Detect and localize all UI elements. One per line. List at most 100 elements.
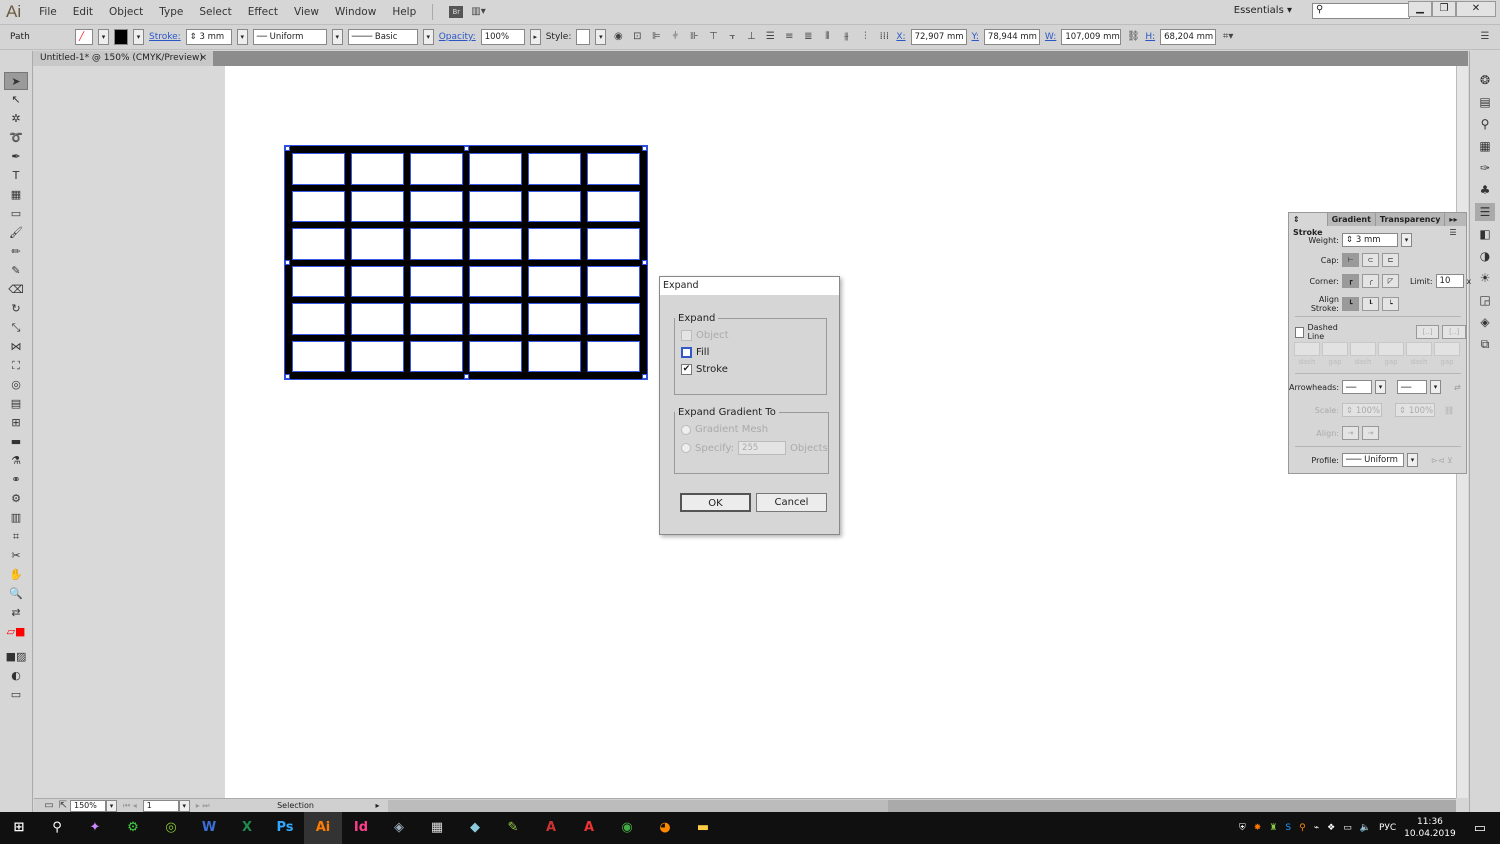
- search-tray-icon[interactable]: ⚲: [1299, 823, 1306, 833]
- gradient-tool-icon[interactable]: ▬: [4, 433, 28, 451]
- grid-cell[interactable]: [587, 265, 640, 297]
- align-right-icon[interactable]: ⊪: [687, 30, 701, 44]
- swatches-icon[interactable]: ▦: [1475, 137, 1495, 155]
- menu-object[interactable]: Object: [101, 6, 151, 18]
- grid-cell[interactable]: [351, 228, 404, 260]
- x-field[interactable]: 72,907 mm: [910, 29, 967, 45]
- navigator-icon[interactable]: ⚲: [1475, 115, 1495, 133]
- grid-cell[interactable]: [351, 340, 404, 372]
- grid-cell[interactable]: [410, 190, 463, 222]
- grid-cell[interactable]: [469, 303, 522, 335]
- hand-tool-icon[interactable]: ✋: [4, 566, 28, 584]
- gradient-panel-icon[interactable]: ◧: [1475, 225, 1495, 243]
- cancel-button[interactable]: Cancel: [756, 493, 827, 512]
- column-graph-tool-icon[interactable]: ▥: [4, 509, 28, 527]
- menu-window[interactable]: Window: [327, 6, 384, 18]
- bounding-box-handle[interactable]: [464, 374, 469, 379]
- grid-cell[interactable]: [587, 228, 640, 260]
- grid-cell[interactable]: [292, 190, 345, 222]
- grid-tool-icon[interactable]: ▦: [4, 186, 28, 204]
- align-center-button[interactable]: ┗: [1342, 297, 1359, 311]
- scale-tool-icon[interactable]: ⤡: [4, 319, 28, 337]
- transparency-icon[interactable]: ◑: [1475, 247, 1495, 265]
- distribute-hcenter-icon[interactable]: ⫵: [839, 30, 853, 44]
- opacity-link[interactable]: Opacity:: [439, 32, 476, 42]
- start-arrowhead-dropdown[interactable]: ▾: [1375, 380, 1386, 394]
- fill-stroke-swatches[interactable]: ▱■: [4, 623, 28, 647]
- end-arrowhead-select[interactable]: ──: [1397, 380, 1427, 394]
- selected-grid-artwork[interactable]: [284, 145, 648, 380]
- grid-cell[interactable]: [410, 228, 463, 260]
- screen-mode-icon[interactable]: ▭: [4, 686, 28, 704]
- swap-arrowheads-icon[interactable]: ⇄: [1454, 383, 1461, 392]
- profile-dropdown[interactable]: ▾: [331, 29, 343, 45]
- menu-help[interactable]: Help: [384, 6, 424, 18]
- grid-cell[interactable]: [410, 303, 463, 335]
- type-tool-icon[interactable]: T: [4, 167, 28, 185]
- align-outside-button[interactable]: ┕: [1382, 297, 1399, 311]
- artboards-icon[interactable]: ⧉: [1475, 335, 1495, 353]
- skype-icon[interactable]: S: [1285, 823, 1291, 833]
- align-to-icon[interactable]: ⊡: [630, 30, 644, 44]
- volume-icon[interactable]: 🔈: [1360, 823, 1371, 833]
- rotate-tool-icon[interactable]: ↻: [4, 300, 28, 318]
- ok-button[interactable]: OK: [680, 493, 751, 512]
- zoom-tool-icon[interactable]: 🔍: [4, 585, 28, 603]
- tray-app-icon[interactable]: ♜: [1269, 823, 1277, 833]
- grid-cell[interactable]: [528, 190, 581, 222]
- word-icon[interactable]: W: [190, 812, 228, 844]
- tab-stroke[interactable]: ⇕ Stroke: [1289, 213, 1328, 237]
- grid-cell[interactable]: [528, 303, 581, 335]
- perspective-grid-tool-icon[interactable]: ▤: [4, 395, 28, 413]
- end-arrowhead-dropdown[interactable]: ▾: [1430, 380, 1441, 394]
- file-explorer-icon[interactable]: ▬: [684, 812, 722, 844]
- graphic-styles-icon[interactable]: ◲: [1475, 291, 1495, 309]
- transform-options-icon[interactable]: ⌗▾: [1221, 30, 1235, 44]
- grid-cell[interactable]: [528, 340, 581, 372]
- menu-select[interactable]: Select: [191, 6, 239, 18]
- grid-cell[interactable]: [351, 153, 404, 185]
- grid-cell[interactable]: [351, 303, 404, 335]
- indesign-icon[interactable]: Id: [342, 812, 380, 844]
- weight-field[interactable]: ⇕ 3 mm: [1342, 233, 1398, 247]
- arrange-documents-icon[interactable]: ▥▾: [471, 5, 485, 19]
- distribute-right-icon[interactable]: ⫶: [858, 30, 872, 44]
- menu-type[interactable]: Type: [151, 6, 191, 18]
- stroke-dropdown[interactable]: ▾: [133, 29, 144, 45]
- brushes-icon[interactable]: ✑: [1475, 159, 1495, 177]
- app-icon[interactable]: ✦: [76, 812, 114, 844]
- grid-cell[interactable]: [351, 265, 404, 297]
- avast-icon[interactable]: ✸: [1254, 823, 1262, 833]
- calculator-icon[interactable]: ▦: [418, 812, 456, 844]
- grid-cell[interactable]: [469, 153, 522, 185]
- paintbrush-tool-icon[interactable]: 🖌: [4, 224, 28, 242]
- constrain-link-icon[interactable]: ⛓: [1126, 30, 1140, 44]
- bounding-box-handle[interactable]: [642, 374, 647, 379]
- search-input[interactable]: ⚲: [1312, 3, 1410, 19]
- fill-swatch[interactable]: ╱: [75, 29, 93, 45]
- artboard-dropdown[interactable]: ▾: [178, 799, 190, 812]
- grid-cell[interactable]: [292, 340, 345, 372]
- grid-cell[interactable]: [292, 265, 345, 297]
- grid-cell[interactable]: [587, 340, 640, 372]
- shape-builder-tool-icon[interactable]: ◎: [4, 376, 28, 394]
- align-bottom-icon[interactable]: ⊥: [744, 30, 758, 44]
- x-label[interactable]: X:: [896, 32, 905, 42]
- brush-dropdown[interactable]: ▾: [422, 29, 434, 45]
- grid-cell[interactable]: [292, 228, 345, 260]
- selection-tool-icon[interactable]: ➤: [4, 72, 28, 90]
- tab-gradient[interactable]: Gradient: [1328, 213, 1376, 226]
- y-label[interactable]: Y:: [972, 32, 979, 42]
- lasso-tool-icon[interactable]: ➰: [4, 129, 28, 147]
- artboard-nav-icon[interactable]: ▭: [42, 799, 56, 813]
- excel-icon[interactable]: X: [228, 812, 266, 844]
- tab-transparency[interactable]: Transparency: [1376, 213, 1446, 226]
- app-icon[interactable]: ⚙: [114, 812, 152, 844]
- free-transform-tool-icon[interactable]: ⛶: [4, 357, 28, 375]
- chrome-icon[interactable]: ◉: [608, 812, 646, 844]
- direct-selection-tool-icon[interactable]: ↖: [4, 91, 28, 109]
- w-label[interactable]: W:: [1045, 32, 1056, 42]
- illustrator-icon[interactable]: Ai: [304, 812, 342, 844]
- stroke-swatch[interactable]: [114, 29, 128, 45]
- collapse-panel-icon[interactable]: ▸▸ ☰: [1445, 213, 1466, 237]
